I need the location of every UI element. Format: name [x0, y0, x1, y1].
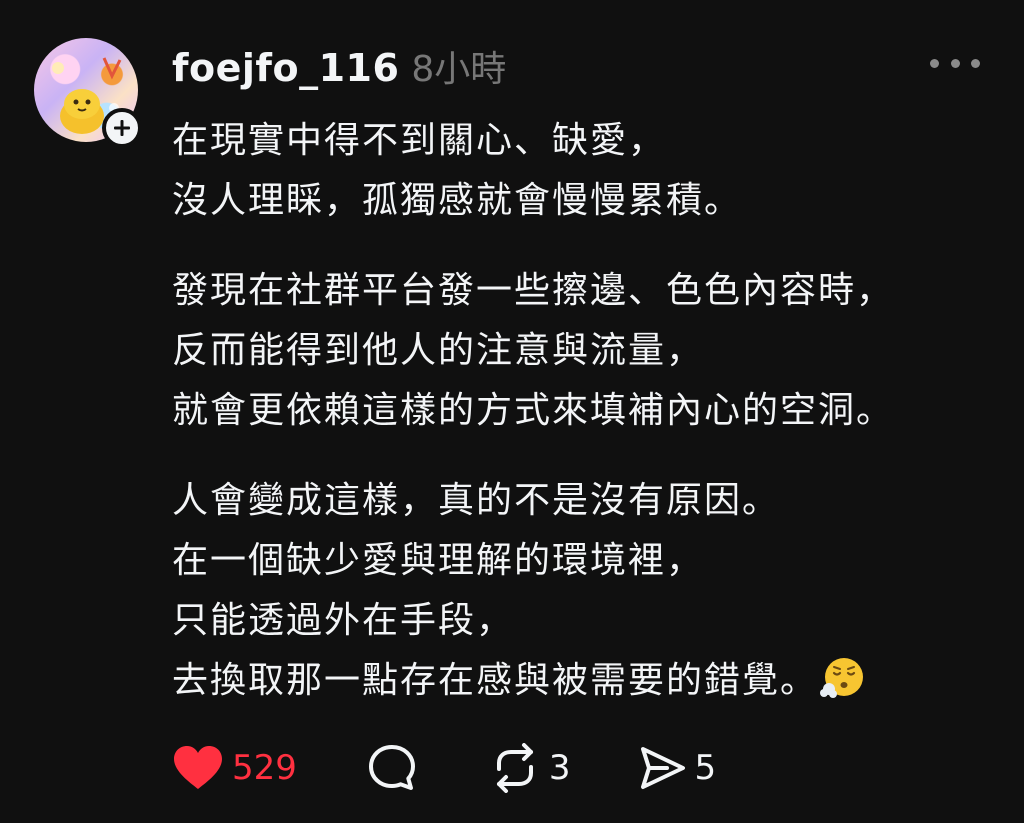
text-line: 人會變成這樣，真的不是沒有原因。 [172, 480, 781, 521]
like-count: 529 [232, 748, 297, 788]
follow-button[interactable] [102, 108, 142, 148]
more-dot-icon [971, 58, 980, 68]
more-dot-icon [930, 58, 939, 68]
paragraph: 人會變成這樣，真的不是沒有原因。 在一個缺少愛與理解的環境裡， 只能透過外在手段… [172, 471, 992, 711]
post-timestamp: 8小時 [411, 49, 507, 90]
plus-icon [114, 120, 130, 136]
share-count: 5 [694, 748, 717, 788]
post-header: foejfo_116 8小時 [172, 40, 506, 92]
heart-icon [174, 746, 222, 789]
reply-button[interactable] [367, 743, 425, 793]
text-line: 去換取那一點存在感與被需要的錯覺。 [172, 660, 819, 701]
repost-button[interactable]: 3 [489, 743, 571, 793]
more-dot-icon [950, 58, 960, 68]
repost-icon [496, 743, 533, 793]
text-line: 發現在社群平台發一些擦邊、色色內容時， [172, 270, 895, 311]
more-options-button[interactable] [930, 50, 980, 76]
text-line: 反而能得到他人的注意與流量， [172, 330, 705, 371]
face-exhaling-emoji [820, 658, 864, 698]
text-line: 在一個缺少愛與理解的環境裡， [172, 540, 705, 581]
paragraph: 發現在社群平台發一些擦邊、色色內容時， 反而能得到他人的注意與流量， 就會更依賴… [172, 261, 992, 441]
like-button[interactable]: 529 [172, 745, 297, 791]
author-username[interactable]: foejfo_116 [172, 46, 399, 90]
repost-count: 3 [548, 748, 571, 788]
author-avatar-container [34, 38, 142, 148]
post-body: 在現實中得不到關心、缺愛， 沒人理睬，孤獨感就會慢慢累積。 發現在社群平台發一些… [172, 111, 992, 741]
share-button[interactable]: 5 [637, 745, 717, 791]
text-line: 只能透過外在手段， [172, 600, 515, 641]
send-icon [640, 747, 685, 789]
thread-post: foejfo_116 8小時 在現實中得不到關心、缺愛， 沒人理睬，孤獨感就會慢… [0, 0, 1024, 823]
text-line: 在現實中得不到關心、缺愛， [172, 120, 667, 161]
text-line-with-emoji: 去換取那一點存在感與被需要的錯覺。 [172, 651, 992, 711]
paragraph: 在現實中得不到關心、缺愛， 沒人理睬，孤獨感就會慢慢累積。 [172, 111, 992, 231]
action-bar: 529 3 5 [172, 740, 716, 796]
comment-icon [368, 745, 415, 790]
text-line: 沒人理睬，孤獨感就會慢慢累積。 [172, 180, 743, 221]
text-line: 就會更依賴這樣的方式來填補內心的空洞。 [172, 390, 895, 431]
